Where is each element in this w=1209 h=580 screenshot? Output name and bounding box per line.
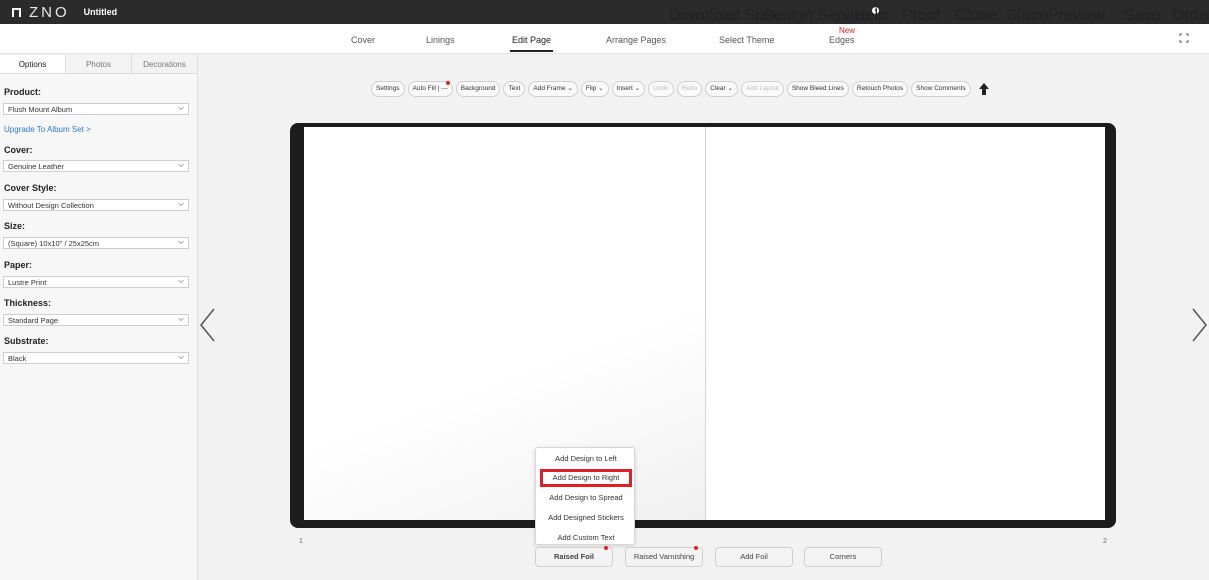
left-page[interactable] xyxy=(304,127,705,520)
tab-photos[interactable]: Photos xyxy=(66,55,132,73)
edit-nav-bar: Cover Linings Edit Page Arrange Pages Se… xyxy=(0,24,1209,54)
add-designed-stickers-item[interactable]: Add Designed Stickers xyxy=(536,513,636,522)
add-frame-button[interactable]: Add Frame ⌄ xyxy=(528,80,578,97)
size-select[interactable]: (Square) 10x10" / 25x25cm xyxy=(3,237,189,249)
thickness-select[interactable]: Standard Page xyxy=(3,314,189,326)
sidebar-tabs: Options Photos Decorations xyxy=(0,55,197,74)
notification-dot xyxy=(604,546,608,550)
tab-arrange-pages[interactable]: Arrange Pages xyxy=(606,35,666,45)
corners-button[interactable]: Corners xyxy=(804,547,882,567)
save-button[interactable]: Save xyxy=(1124,7,1160,25)
album-spine xyxy=(705,127,706,520)
order-button[interactable]: Order xyxy=(1172,7,1209,25)
raised-foil-button[interactable]: Raised Foil xyxy=(535,546,613,567)
add-foil-button[interactable]: Add Foil xyxy=(715,547,793,567)
new-badge: New xyxy=(839,26,856,35)
undo-button[interactable]: Undo xyxy=(648,80,674,97)
chevron-left-icon[interactable] xyxy=(199,308,215,342)
clone-button[interactable]: Clone xyxy=(955,7,997,25)
cover-style-value: Without Design Collection xyxy=(8,201,94,210)
raised-varnishing-button[interactable]: Raised Varnishing xyxy=(625,546,703,567)
paper-select[interactable]: Lustre Print xyxy=(3,276,189,288)
tab-linings[interactable]: Linings xyxy=(426,35,455,45)
document-title[interactable]: Untitled xyxy=(84,7,118,17)
chevron-down-icon xyxy=(178,106,184,111)
notification-dot xyxy=(694,546,698,550)
cover-label: Cover: xyxy=(4,145,33,155)
proof-button[interactable]: Proof xyxy=(902,7,940,25)
chevron-down-icon xyxy=(178,355,184,360)
upgrade-album-set-link[interactable]: Upgrade To Album Set > xyxy=(4,125,91,134)
show-bleed-lines-button[interactable]: Show Bleed Lines xyxy=(786,80,849,97)
size-value: (Square) 10x10" / 25x25cm xyxy=(8,239,100,248)
logo-mark-icon xyxy=(12,7,21,17)
product-select[interactable]: Flush Mount Album xyxy=(3,103,189,115)
substrate-select[interactable]: Black xyxy=(3,352,189,364)
tab-edit-page[interactable]: Edit Page xyxy=(509,35,554,52)
auto-fill-button[interactable]: Auto Fill | --- xyxy=(407,80,453,97)
chevron-down-icon xyxy=(178,240,184,245)
edit-toolbar: Settings Auto Fill | --- Background Text… xyxy=(371,80,990,97)
redo-button[interactable]: Redo xyxy=(676,80,703,97)
background-button[interactable]: Background xyxy=(455,80,501,97)
tab-decorations[interactable]: Decorations xyxy=(132,55,197,73)
top-bar: ZNO Untitled Download Spec Design Servic… xyxy=(0,0,1209,24)
raised-varnishing-label: Raised Varnishing xyxy=(633,552,695,561)
product-value: Flush Mount Album xyxy=(8,105,73,114)
help-button[interactable]: Help xyxy=(854,7,887,25)
tab-edges-label: Edges xyxy=(829,35,855,45)
flip-button[interactable]: Flip ⌄ xyxy=(580,80,609,97)
cover-style-select[interactable]: Without Design Collection xyxy=(3,199,189,211)
tab-options[interactable]: Options xyxy=(0,55,66,73)
clear-button[interactable]: Clear ⌄ xyxy=(705,80,738,97)
tab-edges[interactable]: Edges New xyxy=(829,26,855,45)
show-comments-button[interactable]: Show Comments xyxy=(911,80,971,97)
size-label: Size: xyxy=(4,221,26,231)
cover-style-label: Cover Style: xyxy=(4,183,57,193)
add-design-left-item[interactable]: Add Design to Left xyxy=(536,454,636,463)
page-number-right: 2 xyxy=(1103,538,1107,545)
substrate-value: Black xyxy=(8,354,27,363)
text-button[interactable]: Text xyxy=(503,80,526,97)
retouch-photos-button[interactable]: Retouch Photos xyxy=(851,80,909,97)
right-page[interactable] xyxy=(706,127,1105,520)
cover-value: Genuine Leather xyxy=(8,162,64,171)
preview-button[interactable]: Preview xyxy=(1048,7,1105,25)
chevron-right-icon[interactable] xyxy=(1192,308,1208,342)
chevron-down-icon xyxy=(178,163,184,168)
fullscreen-icon[interactable] xyxy=(1179,33,1189,43)
options-sidebar: Options Photos Decorations Product: Flus… xyxy=(0,55,198,580)
paper-label: Paper: xyxy=(4,260,33,270)
zno-logo[interactable]: ZNO xyxy=(12,4,70,21)
thickness-label: Thickness: xyxy=(4,298,52,308)
paper-value: Lustre Print xyxy=(8,278,47,287)
add-custom-text-item[interactable]: Add Custom Text xyxy=(536,533,636,542)
add-design-menu: Add Design to Left Add Design to Right A… xyxy=(535,447,635,545)
add-layout-button[interactable]: Add Layout xyxy=(740,80,784,97)
chevron-down-icon xyxy=(178,317,184,322)
auto-fill-label: Auto Fill | --- xyxy=(412,84,448,92)
chevron-down-icon xyxy=(178,279,184,284)
product-label: Product: xyxy=(4,87,41,97)
insert-button[interactable]: Insert ⌄ xyxy=(611,80,646,97)
logo-text: ZNO xyxy=(29,3,70,21)
settings-button[interactable]: Settings xyxy=(371,80,405,97)
raised-foil-label: Raised Foil xyxy=(553,552,594,561)
cover-select[interactable]: Genuine Leather xyxy=(3,160,189,172)
chevron-down-icon xyxy=(178,202,184,207)
page-number-left: 1 xyxy=(299,538,303,545)
tab-select-theme[interactable]: Select Theme xyxy=(719,35,774,45)
tab-cover[interactable]: Cover xyxy=(351,35,375,45)
notification-dot xyxy=(445,80,450,85)
substrate-label: Substrate: xyxy=(4,336,49,346)
add-design-spread-item[interactable]: Add Design to Spread xyxy=(536,493,636,502)
thickness-value: Standard Page xyxy=(8,316,59,325)
share-button[interactable]: Share xyxy=(1006,7,1049,25)
add-design-right-item[interactable]: Add Design to Right xyxy=(540,469,632,487)
arrow-up-icon[interactable] xyxy=(978,82,990,96)
